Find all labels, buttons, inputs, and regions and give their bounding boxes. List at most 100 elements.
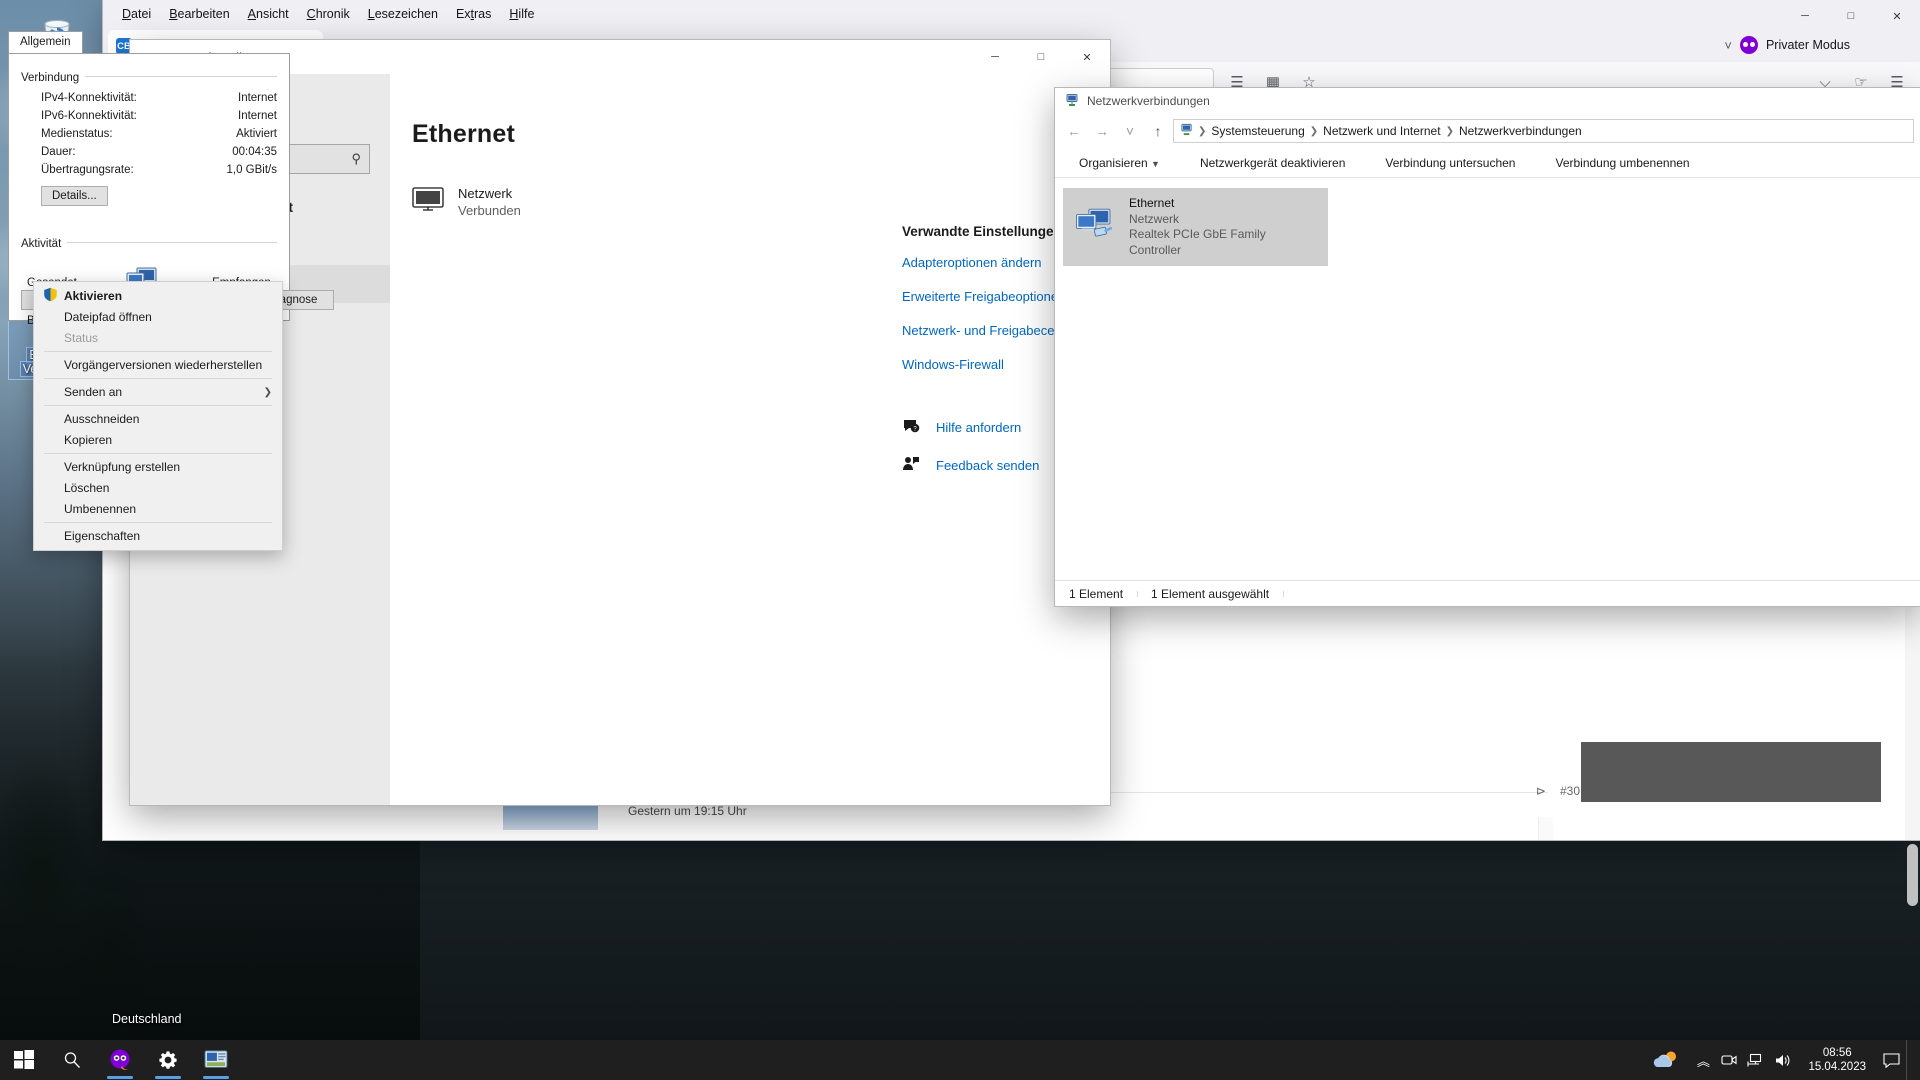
row-key: IPv4-Konnektivität: <box>41 92 137 104</box>
camera-icon[interactable] <box>1716 1040 1742 1080</box>
explorer-address-bar: ← → ˅ ↑ ❯ Systemsteuerung ❯ Netzwerk und… <box>1055 114 1920 148</box>
context-menu-item-loeschen[interactable]: Löschen <box>34 479 282 497</box>
row-value: 1,0 GBit/s <box>227 164 278 176</box>
context-menu-item-verknuepfung-erstellen[interactable]: Verknüpfung erstellen <box>34 458 282 476</box>
breadcrumb-netzwerk-internet[interactable]: Netzwerk und Internet <box>1323 124 1440 138</box>
context-menu-item-label: Senden an <box>64 385 122 399</box>
toolbar-verbindung-untersuchen[interactable]: Verbindung untersuchen <box>1373 151 1527 175</box>
action-center-button[interactable] <box>1876 1040 1906 1080</box>
context-menu-item-label: Status <box>64 331 98 345</box>
context-menu-separator <box>44 453 272 454</box>
menu-lesezeichen[interactable]: Lesezeichen <box>359 2 447 26</box>
close-button[interactable]: ✕ <box>1064 41 1110 73</box>
context-menu: Aktivieren Dateipfad öffnen Status Vorgä… <box>33 281 283 551</box>
context-menu-separator <box>44 522 272 523</box>
breadcrumb-systemsteuerung[interactable]: Systemsteuerung <box>1211 124 1304 138</box>
context-menu-item-label: Dateipfad öffnen <box>64 310 152 324</box>
item-adapter: Realtek PCIe GbE Family Controller <box>1129 227 1318 258</box>
firefox-menubar: Datei Bearbeiten Ansicht Chronik Lesezei… <box>103 0 1920 28</box>
feedback-icon <box>902 455 920 476</box>
recent-locations-icon[interactable]: ˅ <box>1117 118 1143 144</box>
breadcrumb-separator: ❯ <box>1446 126 1454 137</box>
article-timestamp: Gestern um 19:15 Uhr <box>628 804 747 828</box>
chevron-up-icon[interactable]: ︽ <box>1690 1040 1716 1080</box>
row-key: Dauer: <box>41 146 76 158</box>
toolbar-netzwerkgeraet-deaktivieren[interactable]: Netzwerkgerät deaktivieren <box>1188 151 1357 175</box>
row-value: Aktiviert <box>236 128 277 140</box>
breadcrumb-separator: ❯ <box>1310 126 1318 137</box>
network-connections-icon <box>1065 93 1079 110</box>
taskbar-app-network-connections[interactable] <box>192 1040 240 1080</box>
taskbar-app-settings[interactable] <box>144 1040 192 1080</box>
context-menu-item-label: Umbenennen <box>64 502 136 516</box>
chevron-down-icon[interactable]: ˅ <box>1724 38 1732 53</box>
context-menu-item-label: Löschen <box>64 481 109 495</box>
menu-hilfe[interactable]: Hilfe <box>500 2 543 26</box>
context-menu-separator <box>44 405 272 406</box>
volume-icon[interactable] <box>1768 1040 1798 1080</box>
taskbar-clock[interactable]: 08:56 15.04.2023 <box>1798 1046 1876 1074</box>
context-menu-item-ausschneiden[interactable]: Ausschneiden <box>34 410 282 428</box>
context-menu-item-eigenschaften[interactable]: Eigenschaften <box>34 527 282 545</box>
row-key: Medienstatus: <box>41 128 113 140</box>
menu-bearbeiten[interactable]: Bearbeiten <box>160 2 238 26</box>
maximize-button[interactable]: □ <box>1018 41 1064 73</box>
back-icon[interactable]: ← <box>1061 118 1087 144</box>
explorer-titlebar: Netzwerkverbindungen <box>1055 88 1920 114</box>
list-item[interactable]: Ethernet Netzwerk Realtek PCIe GbE Famil… <box>1063 188 1328 266</box>
desktop-region-label: Deutschland <box>112 1012 182 1026</box>
show-desktop-button[interactable] <box>1906 1040 1914 1080</box>
group-connection-label: Verbindung <box>21 72 85 84</box>
monitor-icon <box>412 186 444 219</box>
up-icon[interactable]: ↑ <box>1145 118 1171 144</box>
clock-time: 08:56 <box>1808 1046 1866 1060</box>
network-state: Verbunden <box>458 202 521 219</box>
menu-chronik[interactable]: Chronik <box>298 2 359 26</box>
clock-date: 15.04.2023 <box>1808 1060 1866 1074</box>
menu-ansicht[interactable]: Ansicht <box>239 2 298 26</box>
menu-extras[interactable]: Extras <box>447 2 500 26</box>
item-name: Ethernet <box>1129 196 1318 212</box>
breadcrumb-netzwerkverbindungen[interactable]: Netzwerkverbindungen <box>1459 124 1582 138</box>
context-menu-item-label: Aktivieren <box>64 289 122 303</box>
start-button[interactable] <box>0 1040 48 1080</box>
context-menu-item-aktivieren[interactable]: Aktivieren <box>34 287 282 305</box>
chevron-down-icon: ▼ <box>1151 159 1160 169</box>
weather-icon[interactable] <box>1644 1040 1690 1080</box>
context-menu-item-senden-an[interactable]: Senden an ❯ <box>34 383 282 401</box>
context-menu-item-dateipfad-oeffnen[interactable]: Dateipfad öffnen <box>34 308 282 326</box>
forward-icon[interactable]: → <box>1089 118 1115 144</box>
context-menu-item-label: Verknüpfung erstellen <box>64 460 180 474</box>
search-icon[interactable]: ⚲ <box>351 151 361 167</box>
content-gutter <box>1538 817 1553 840</box>
details-button[interactable]: Details... <box>41 186 108 206</box>
search-button[interactable] <box>48 1040 96 1080</box>
page-title: Ethernet <box>412 120 1110 149</box>
row-uebertragungsrate: Übertragungsrate: 1,0 GBit/s <box>41 164 277 176</box>
system-tray: ︽ 08:56 15.04.2023 <box>1644 1040 1920 1080</box>
tab-allgemein[interactable]: Allgemein <box>8 31 83 54</box>
context-menu-item-umbenennen[interactable]: Umbenennen <box>34 500 282 518</box>
menu-datei[interactable]: Datei <box>113 2 160 26</box>
toolbar-verbindung-umbenennen[interactable]: Verbindung umbenennen <box>1543 151 1701 175</box>
taskbar-app-firefox-private[interactable] <box>96 1040 144 1080</box>
toolbar-organisieren[interactable]: Organisieren ▼ <box>1067 151 1172 175</box>
explorer-title: Netzwerkverbindungen <box>1087 94 1210 108</box>
explorer-statusbar: 1 Element 1 Element ausgewählt <box>1055 580 1920 606</box>
context-menu-item-label: Vorgängerversionen wiederherstellen <box>64 358 262 372</box>
scrollbar-thumb[interactable] <box>1907 844 1918 906</box>
context-menu-item-label: Ausschneiden <box>64 412 139 426</box>
help-label: Hilfe anfordern <box>936 420 1021 435</box>
network-icon[interactable] <box>1742 1040 1768 1080</box>
context-menu-item-kopieren[interactable]: Kopieren <box>34 431 282 449</box>
share-icon[interactable]: ⊳ <box>1536 784 1546 798</box>
settings-window-controls: ─ □ ✕ <box>972 41 1110 73</box>
breadcrumb[interactable]: ❯ Systemsteuerung ❯ Netzwerk und Interne… <box>1173 119 1914 143</box>
network-summary[interactable]: Netzwerk Verbunden <box>412 185 1110 219</box>
minimize-button[interactable]: ─ <box>972 41 1018 73</box>
row-key: IPv6-Konnektivität: <box>41 110 137 122</box>
context-menu-item-status: Status <box>34 329 282 347</box>
private-mask-icon <box>1740 36 1758 54</box>
context-menu-item-vorgaengerversionen[interactable]: Vorgängerversionen wiederherstellen <box>34 356 282 374</box>
group-connection: Verbindung <box>21 68 277 86</box>
